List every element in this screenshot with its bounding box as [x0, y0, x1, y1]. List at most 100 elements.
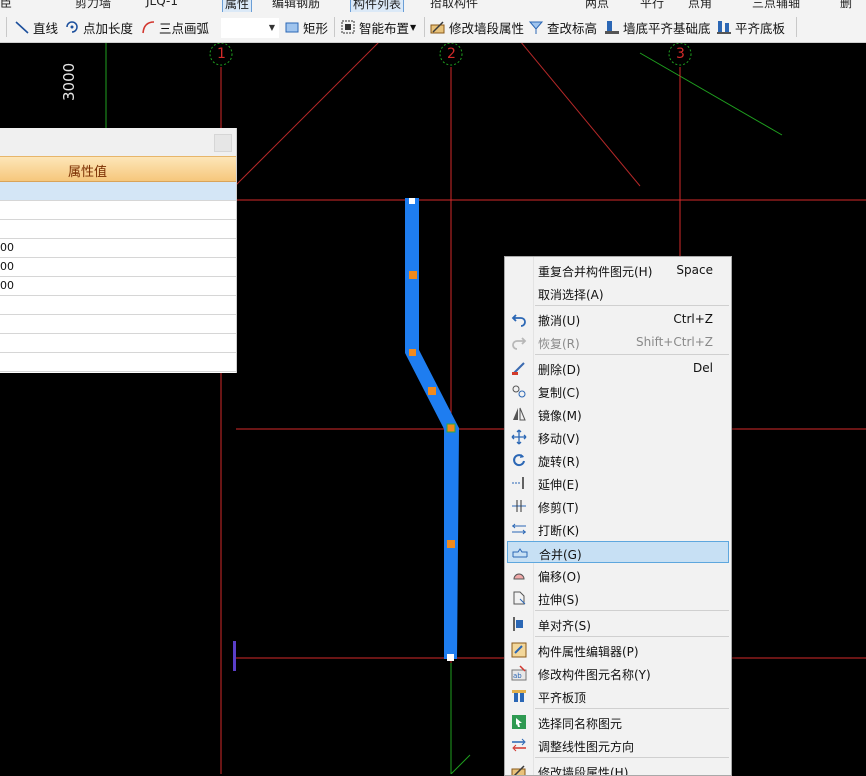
rect-label: 矩形 — [303, 20, 329, 36]
line-label: 直线 — [33, 20, 59, 36]
property-row[interactable] — [0, 296, 236, 315]
menu-item-label: 复制(C) — [538, 386, 580, 400]
rectangle-icon — [284, 19, 300, 35]
grip-point — [409, 198, 415, 204]
smart-layout-icon — [340, 19, 356, 35]
wall-bottom-flush-foundation-button[interactable]: 墙底平齐基础底 — [604, 16, 711, 38]
menu-separator — [535, 354, 729, 355]
menu-item-label: 恢复(R) — [538, 337, 580, 351]
menu-item-label: 构件属性编辑器(P) — [538, 645, 639, 659]
toolbar-separator — [6, 17, 7, 37]
menu-item-trim[interactable]: 修剪(T) — [507, 495, 729, 517]
axis-label-2: 2 — [447, 46, 456, 62]
property-row[interactable] — [0, 182, 236, 201]
line-button[interactable]: 直线 — [14, 16, 58, 38]
flush-bottom-button[interactable]: 平齐底板 — [716, 16, 785, 38]
close-button[interactable] — [214, 134, 232, 152]
modify-wall-icon — [511, 763, 527, 775]
top-cell-10[interactable]: 点角 — [688, 0, 712, 11]
menu-item-property-editor[interactable]: 构件属性编辑器(P) — [507, 639, 729, 661]
property-row[interactable] — [0, 220, 236, 239]
menu-item-rename[interactable]: ab 修改构件图元名称(Y) — [507, 662, 729, 684]
top-cell-1[interactable]: 臣 — [0, 0, 12, 11]
menu-item-mirror[interactable]: 镜像(M) — [507, 403, 729, 425]
flush-top-icon — [511, 688, 527, 704]
menu-item-label: 修改构件图元名称(Y) — [538, 668, 651, 682]
property-row-value: 00 — [0, 241, 14, 254]
undo-icon — [511, 311, 527, 327]
smart-layout-button[interactable]: 智能布置 ▼ — [340, 16, 416, 38]
diagonal-line-green — [639, 52, 783, 136]
menu-item-single-align[interactable]: 单对齐(S) — [507, 613, 729, 635]
property-panel: 属性值 00 00 00 — [0, 128, 237, 373]
axis-line-green-3 — [450, 754, 471, 774]
top-cell-7[interactable]: 拾取构件 — [430, 0, 478, 11]
top-cell-8[interactable]: 两点 — [585, 0, 609, 11]
top-cell-3[interactable]: JLQ-1 — [146, 0, 178, 8]
menu-item-stretch[interactable]: 拉伸(S) — [507, 587, 729, 609]
adjust-direction-icon — [511, 737, 527, 753]
menu-item-deselect[interactable]: 取消选择(A) — [507, 282, 729, 304]
extend-icon — [511, 475, 527, 491]
menu-item-repeat-merge[interactable]: 重复合并构件图元(H) Space — [507, 259, 729, 281]
delete-icon — [511, 360, 527, 376]
menu-item-label: 旋转(R) — [538, 455, 580, 469]
grip-point — [409, 271, 417, 279]
property-row[interactable]: 00 — [0, 239, 236, 258]
property-row[interactable] — [0, 334, 236, 353]
menu-item-break[interactable]: 打断(K) — [507, 518, 729, 540]
top-cell-11[interactable]: 三点辅轴 — [752, 0, 800, 11]
axis-label-1: 1 — [217, 46, 226, 62]
select-same-name-icon — [511, 714, 527, 730]
menu-item-rotate[interactable]: 旋转(R) — [507, 449, 729, 471]
property-row[interactable] — [0, 315, 236, 334]
menu-item-flush-top[interactable]: 平齐板顶 — [507, 685, 729, 707]
menu-item-extend[interactable]: 延伸(E) — [507, 472, 729, 494]
point-length-button[interactable]: 点加长度 — [64, 16, 133, 38]
menu-item-redo[interactable]: 恢复(R) Shift+Ctrl+Z — [507, 331, 729, 353]
menu-item-label: 撤消(U) — [538, 314, 581, 328]
arc-dropdown[interactable]: ▼ — [220, 17, 280, 39]
menu-item-adjust-direction[interactable]: 调整线性图元方向 — [507, 734, 729, 756]
top-cell-12[interactable]: 删 — [840, 0, 852, 11]
menu-separator — [535, 305, 729, 306]
top-cell-9[interactable]: 平行 — [640, 0, 664, 11]
align-icon — [511, 616, 527, 632]
menu-item-label: 打断(K) — [538, 524, 580, 538]
top-cell-5[interactable]: 编辑钢筋 — [272, 0, 320, 11]
arc-icon — [140, 19, 156, 35]
property-row[interactable]: 00 — [0, 258, 236, 277]
menu-separator — [535, 610, 729, 611]
menu-item-copy[interactable]: 复制(C) — [507, 380, 729, 402]
trim-icon — [511, 498, 527, 514]
rect-button[interactable]: 矩形 — [284, 16, 328, 38]
property-value-header-label: 属性值 — [68, 165, 108, 180]
menu-item-move[interactable]: 移动(V) — [507, 426, 729, 448]
flush-foundation-icon — [604, 19, 620, 35]
modify-wall-segment-button[interactable]: 修改墙段属性 — [430, 16, 524, 38]
elevation-icon — [528, 19, 544, 35]
grip-point — [446, 423, 456, 433]
property-row[interactable]: 00 — [0, 277, 236, 296]
arc-button[interactable]: 三点画弧 — [140, 16, 209, 38]
menu-item-merge[interactable]: 合并(G) — [507, 541, 729, 563]
rename-icon: ab — [511, 665, 527, 681]
menu-item-label: 修剪(T) — [538, 501, 579, 515]
menu-item-undo[interactable]: 撤消(U) Ctrl+Z — [507, 308, 729, 330]
property-row[interactable] — [0, 353, 236, 372]
top-cell-2[interactable]: 剪力墙 — [75, 0, 111, 11]
menu-item-select-same-name[interactable]: 选择同名称图元 — [507, 711, 729, 733]
check-elevation-button[interactable]: 查改标高 — [528, 16, 597, 38]
drawing-toolbar: 直线 点加长度 三点画弧 ▼ 矩形 智能布置 ▼ 修改墙段属性 查改标高 墙底平… — [0, 12, 866, 43]
grip-point — [409, 349, 416, 356]
menu-item-shortcut: Del — [693, 361, 713, 375]
panel-titlebar — [0, 128, 236, 156]
menu-item-delete[interactable]: 删除(D) Del — [507, 357, 729, 379]
property-row[interactable] — [0, 201, 236, 220]
break-icon — [511, 521, 527, 537]
menu-item-offset[interactable]: 偏移(O) — [507, 564, 729, 586]
menu-item-label: 合并(G) — [539, 548, 582, 562]
menu-item-label: 取消选择(A) — [538, 288, 604, 302]
copy-icon — [511, 383, 527, 399]
property-value-header: 属性值 — [0, 156, 236, 182]
